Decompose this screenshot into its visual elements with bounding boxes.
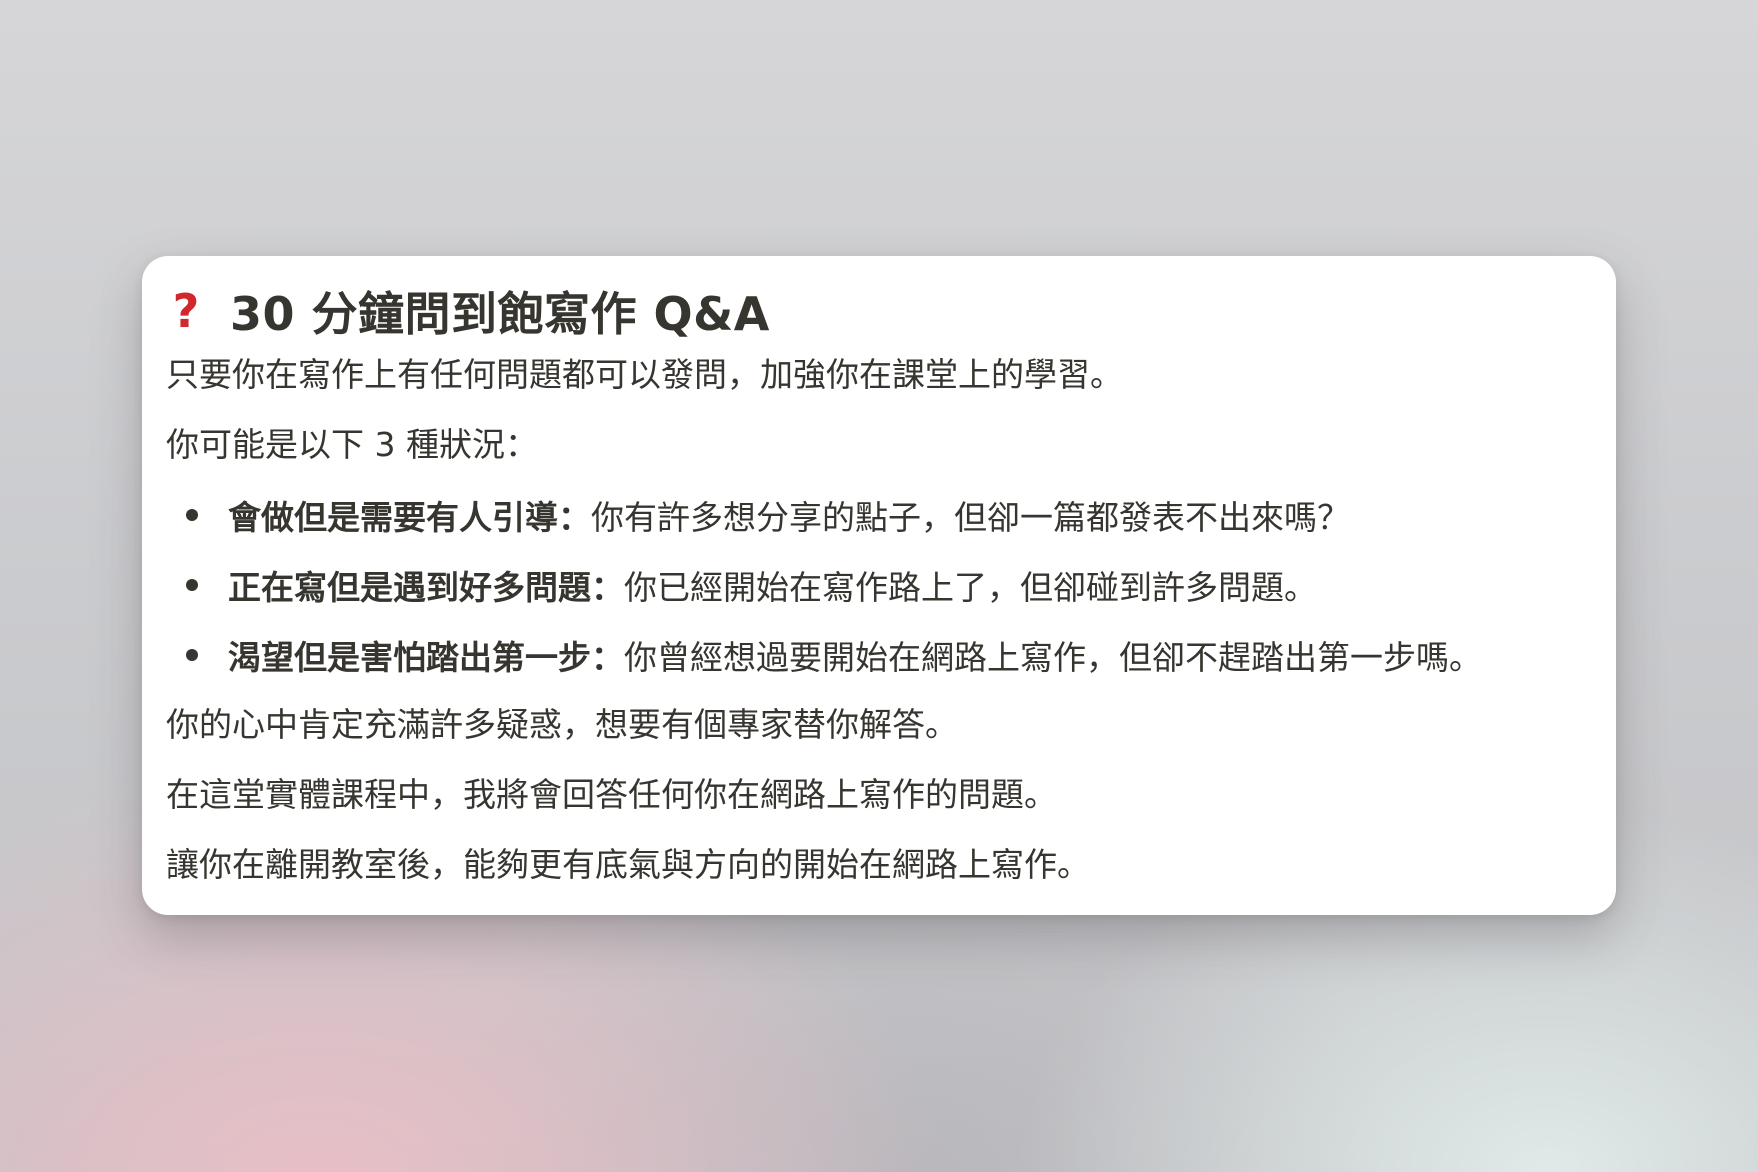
list-item: 正在寫但是遇到好多問題： 你已經開始在寫作路上了，但卻碰到許多問題。	[166, 560, 1592, 610]
bullet-dot	[186, 649, 198, 661]
list-item: 會做但是需要有人引導： 你有許多想分享的點子，但卻一篇都發表不出來嗎？	[166, 490, 1592, 540]
list-item-bold-label: 會做但是需要有人引導：	[228, 498, 591, 537]
intro-paragraph: 只要你在寫作上有任何問題都可以發問，加強你在課堂上的學習。	[166, 355, 1123, 394]
qa-card: ? 30 分鐘問到飽寫作 Q&A 只要你在寫作上有任何問題都可以發問，加強你在課…	[142, 256, 1616, 915]
list-item-bold-label: 渴望但是害怕踏出第一步：	[228, 638, 624, 677]
closing-paragraph: 讓你在離開教室後，能夠更有底氣與方向的開始在網路上寫作。	[166, 845, 1090, 884]
list-item-bold-label: 正在寫但是遇到好多問題：	[228, 568, 624, 607]
bullet-dot	[186, 579, 198, 591]
situations-lead: 你可能是以下 3 種狀況：	[166, 425, 538, 464]
card-title: 30 分鐘問到飽寫作 Q&A	[230, 287, 770, 341]
list-item-text: 你已經開始在寫作路上了，但卻碰到許多問題。	[624, 568, 1317, 607]
question-mark-icon: ?	[172, 284, 200, 338]
closing-paragraph: 在這堂實體課程中，我將會回答任何你在網路上寫作的問題。	[166, 775, 1057, 814]
list-item: 渴望但是害怕踏出第一步： 你曾經想過要開始在網路上寫作，但卻不趕踏出第一步嗎。	[166, 630, 1592, 680]
card-heading: ? 30 分鐘問到飽寫作 Q&A	[166, 276, 1592, 346]
bullet-dot	[186, 509, 198, 521]
list-item-text: 你有許多想分享的點子，但卻一篇都發表不出來嗎？	[591, 498, 1350, 537]
list-item-text: 你曾經想過要開始在網路上寫作，但卻不趕踏出第一步嗎。	[624, 638, 1482, 677]
closing-paragraph: 你的心中肯定充滿許多疑惑，想要有個專家替你解答。	[166, 705, 958, 744]
situations-list: 會做但是需要有人引導： 你有許多想分享的點子，但卻一篇都發表不出來嗎？ 正在寫但是…	[166, 490, 1592, 680]
